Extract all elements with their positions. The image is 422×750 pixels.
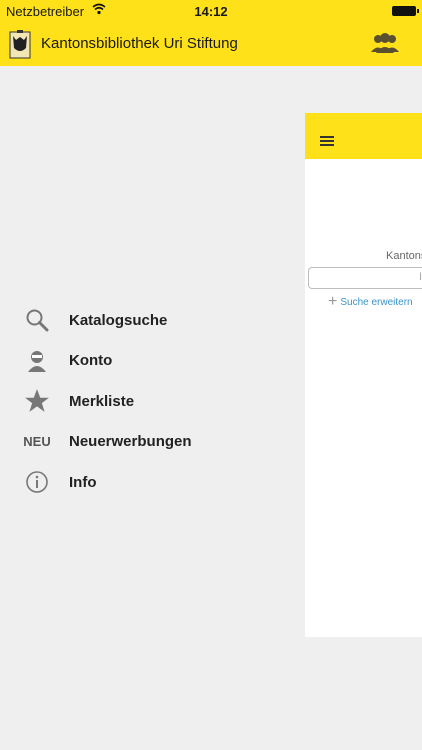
menu-item-neuerwerbungen[interactable]: NEU Neuerwerbungen (0, 422, 300, 463)
menu-label: Konto (69, 352, 113, 370)
main-content-panel[interactable]: Kantons I + Suche erweitern (305, 113, 422, 637)
search-input[interactable] (308, 267, 422, 289)
info-icon (22, 469, 52, 495)
new-icon: NEU (22, 429, 52, 455)
side-menu: Katalogsuche Konto Merkliste NEU Neuerwe… (0, 300, 300, 503)
star-icon (22, 388, 52, 414)
app-header: Netzbetreiber 14:12 Kantonsbibliothek Ur… (0, 0, 422, 66)
menu-label: Katalogsuche (69, 311, 168, 329)
title-bar: Kantonsbibliothek Uri Stiftung (0, 26, 422, 62)
users-icon[interactable] (370, 32, 400, 54)
panel-toolbar (305, 113, 422, 159)
user-icon (22, 348, 52, 374)
hamburger-icon[interactable] (320, 136, 334, 148)
new-icon-text: NEU (23, 434, 51, 450)
library-logo-icon (9, 30, 31, 59)
battery-icon (392, 6, 419, 16)
menu-label: Merkliste (69, 392, 135, 410)
menu-item-katalogsuche[interactable]: Katalogsuche (0, 300, 300, 341)
menu-item-info[interactable]: Info (0, 462, 300, 503)
search-label: Kantons (386, 250, 422, 262)
expand-search-link[interactable]: + Suche erweitern (328, 294, 413, 310)
plus-icon: + (328, 293, 338, 310)
expand-search-label: Suche erweitern (340, 296, 413, 308)
menu-item-merkliste[interactable]: Merkliste (0, 381, 300, 422)
menu-label: Neuerwerbungen (69, 433, 192, 451)
clock: 14:12 (194, 4, 228, 19)
search-icon (22, 307, 52, 333)
menu-label: Info (69, 473, 97, 491)
app-title: Kantonsbibliothek Uri Stiftung (41, 35, 238, 52)
menu-item-konto[interactable]: Konto (0, 341, 300, 382)
status-bar: Netzbetreiber 14:12 (0, 0, 422, 22)
